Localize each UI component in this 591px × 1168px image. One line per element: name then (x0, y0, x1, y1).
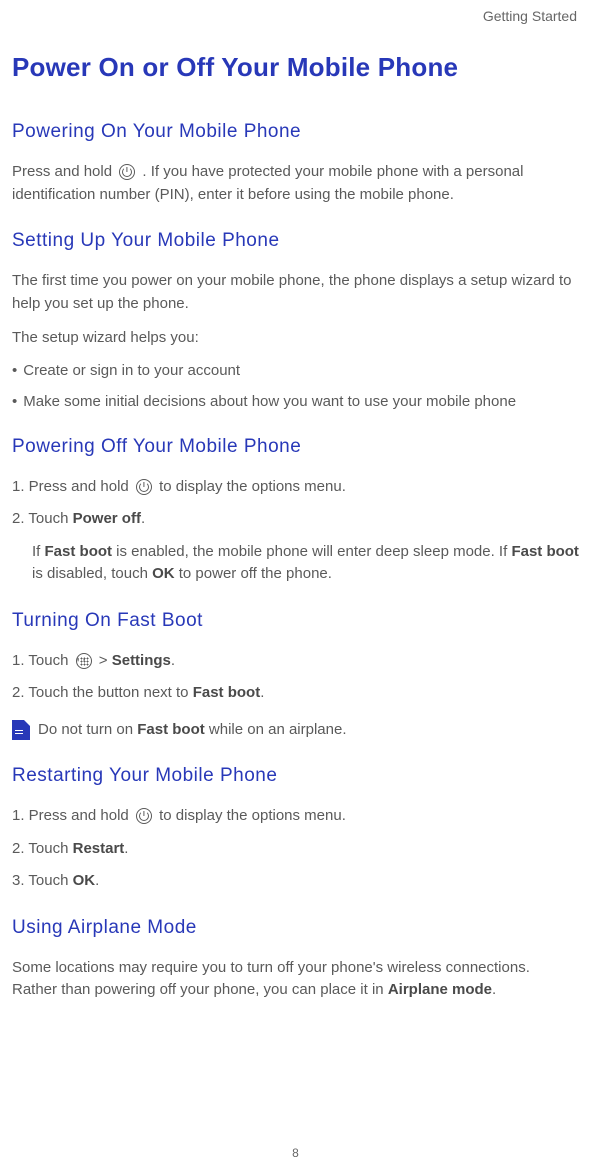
page-number: 8 (292, 1146, 299, 1160)
heading-powering-off: Powering Off Your Mobile Phone (12, 436, 579, 458)
heading-powering-on: Powering On Your Mobile Phone (12, 121, 579, 143)
note-icon (12, 720, 30, 740)
text: 2. Touch the button next to (12, 684, 193, 701)
text: 1. Press and hold (12, 807, 133, 824)
bold-text: OK (152, 565, 175, 582)
text: while on an airplane. (205, 721, 347, 738)
apps-icon (76, 653, 92, 669)
bold-text: Settings (112, 652, 171, 669)
step-2-restart: 2. Touch Restart. (12, 838, 579, 861)
text: to display the options menu. (155, 478, 346, 495)
bold-text: Fast boot (45, 543, 113, 560)
text: If (32, 543, 45, 560)
text: Press and hold (12, 163, 116, 180)
text: . (171, 652, 175, 669)
paragraph-wizard-helps: The setup wizard helps you: (12, 327, 579, 350)
power-icon (136, 808, 152, 824)
text: 2. Touch (12, 510, 73, 527)
paragraph-powering-on: Press and hold . If you have protected y… (12, 161, 579, 206)
bullet-dot: • (12, 360, 17, 381)
heading-setting-up: Setting Up Your Mobile Phone (12, 230, 579, 252)
text: 2. Touch (12, 840, 73, 857)
text: is enabled, the mobile phone will enter … (112, 543, 511, 560)
power-icon (119, 164, 135, 180)
bold-text: Power off (73, 510, 141, 527)
step-1-power-off: 1. Press and hold to display the options… (12, 476, 579, 499)
bullet-item: • Create or sign in to your account (12, 360, 579, 381)
heading-fast-boot: Turning On Fast Boot (12, 610, 579, 632)
bullet-dot: • (12, 391, 17, 412)
text: . (124, 840, 128, 857)
text: . (141, 510, 145, 527)
text: . (260, 684, 264, 701)
bullet-text: Create or sign in to your account (23, 360, 240, 381)
bold-text: Restart (73, 840, 125, 857)
page-title: Power On or Off Your Mobile Phone (12, 52, 579, 83)
bullet-text: Make some initial decisions about how yo… (23, 391, 516, 412)
text: Do not turn on (38, 721, 137, 738)
bold-text: OK (73, 872, 96, 889)
text: 3. Touch (12, 872, 73, 889)
power-icon (136, 479, 152, 495)
text: > (95, 652, 112, 669)
text: . (95, 872, 99, 889)
note-text: Do not turn on Fast boot while on an air… (38, 719, 347, 742)
text: to display the options menu. (155, 807, 346, 824)
heading-restarting: Restarting Your Mobile Phone (12, 765, 579, 787)
indent-fastboot-note: If Fast boot is enabled, the mobile phon… (32, 541, 579, 586)
bold-text: Fast boot (193, 684, 261, 701)
text: 1. Touch (12, 652, 73, 669)
bold-text: Fast boot (511, 543, 579, 560)
page-header: Getting Started (12, 0, 579, 24)
text: to power off the phone. (175, 565, 332, 582)
bold-text: Airplane mode (388, 981, 492, 998)
paragraph-setup-intro: The first time you power on your mobile … (12, 270, 579, 315)
step-2-fastboot: 2. Touch the button next to Fast boot. (12, 682, 579, 705)
step-1-restart: 1. Press and hold to display the options… (12, 805, 579, 828)
step-3-restart: 3. Touch OK. (12, 870, 579, 893)
note-row: Do not turn on Fast boot while on an air… (12, 719, 579, 742)
heading-airplane-mode: Using Airplane Mode (12, 917, 579, 939)
bold-text: Fast boot (137, 721, 205, 738)
bullet-item: • Make some initial decisions about how … (12, 391, 579, 412)
step-1-fastboot: 1. Touch > Settings. (12, 650, 579, 673)
text: . (492, 981, 496, 998)
text: 1. Press and hold (12, 478, 133, 495)
paragraph-airplane: Some locations may require you to turn o… (12, 957, 579, 1002)
step-2-power-off: 2. Touch Power off. (12, 508, 579, 531)
text: is disabled, touch (32, 565, 152, 582)
